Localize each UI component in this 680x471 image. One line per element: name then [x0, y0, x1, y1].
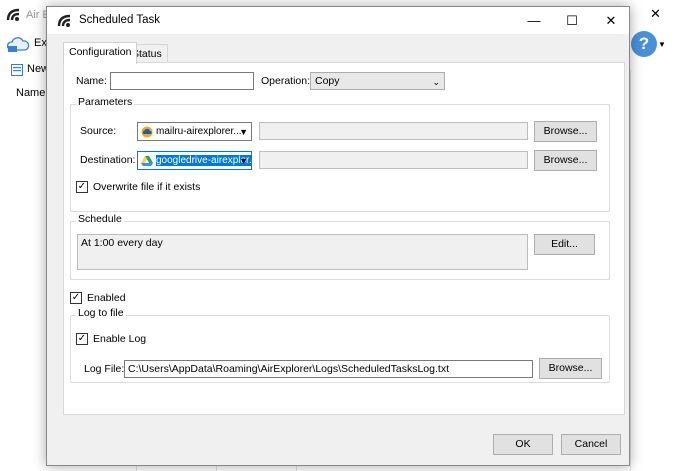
configuration-panel: Name: Operation: Copy ⌄ Parameters Sourc… — [63, 62, 625, 415]
help-dropdown-icon[interactable]: ▼ — [658, 40, 666, 49]
source-browse-button[interactable]: Browse... — [534, 121, 597, 142]
maximize-icon[interactable]: ☐ — [553, 7, 591, 34]
destination-browse-button[interactable]: Browse... — [534, 150, 597, 171]
dialog-titlebar[interactable]: Scheduled Task — ☐ ✕ — [47, 7, 629, 34]
background-close-icon[interactable]: ✕ — [650, 6, 666, 22]
log-file-input[interactable]: C:\Users\AppData\Roaming\AirExplorer\Log… — [124, 360, 533, 378]
log-file-label: Log File: — [84, 363, 125, 375]
schedule-description: At 1:00 every day — [77, 234, 528, 270]
cancel-button[interactable]: Cancel — [561, 434, 621, 455]
enable-log-label[interactable]: Enable Log — [93, 333, 146, 345]
enabled-label[interactable]: Enabled — [87, 292, 126, 304]
help-icon[interactable]: ? — [631, 31, 657, 57]
overwrite-label[interactable]: Overwrite file if it exists — [93, 181, 200, 193]
cloud-explore-icon[interactable] — [6, 34, 30, 54]
new-task-icon[interactable] — [11, 64, 23, 76]
tab-configuration[interactable]: Configuration — [63, 42, 138, 64]
operation-label: Operation: — [261, 75, 311, 87]
destination-account-select[interactable]: googledrive-airexplor... ▼ — [137, 151, 252, 170]
log-file-browse-button[interactable]: Browse... — [539, 358, 602, 379]
parameters-group-title: Parameters — [76, 96, 135, 108]
name-label: Name: — [76, 75, 107, 87]
air-explorer-logo-icon — [6, 8, 20, 21]
background-right-panel — [630, 70, 680, 471]
destination-path-input[interactable] — [259, 151, 528, 169]
chevron-down-icon: ⌄ — [432, 77, 440, 87]
dropdown-arrow-icon: ▼ — [239, 127, 248, 137]
log-group-title: Log to file — [76, 307, 126, 319]
dropdown-arrow-icon: ▼ — [239, 156, 248, 166]
destination-account-value: googledrive-airexplor... — [156, 155, 251, 166]
overwrite-checkbox[interactable]: ✓ — [76, 181, 88, 193]
minimize-icon[interactable]: — — [515, 7, 553, 34]
operation-select[interactable]: Copy ⌄ — [310, 72, 445, 90]
column-header-name[interactable]: Name — [16, 87, 45, 99]
air-explorer-logo-icon — [57, 14, 71, 27]
scheduled-task-dialog: Scheduled Task — ☐ ✕ Configuration Statu… — [46, 6, 630, 466]
mailru-cloud-icon — [141, 126, 153, 138]
enabled-checkbox[interactable]: ✓ — [70, 292, 82, 304]
google-drive-icon — [141, 156, 153, 166]
source-label: Source: — [80, 125, 117, 137]
schedule-group-title: Schedule — [76, 213, 124, 225]
source-account-select[interactable]: mailru-airexplorer... ▼ — [137, 122, 252, 141]
ok-button[interactable]: OK — [493, 434, 553, 455]
operation-value: Copy — [315, 75, 340, 87]
source-account-value: mailru-airexplorer... — [156, 126, 242, 137]
close-icon[interactable]: ✕ — [592, 7, 630, 34]
schedule-edit-button[interactable]: Edit... — [534, 234, 595, 255]
dialog-title: Scheduled Task — [79, 14, 160, 26]
enable-log-checkbox[interactable]: ✓ — [76, 333, 88, 345]
source-path-input[interactable] — [259, 122, 528, 140]
name-input[interactable] — [110, 72, 254, 90]
destination-label: Destination: — [80, 154, 136, 166]
